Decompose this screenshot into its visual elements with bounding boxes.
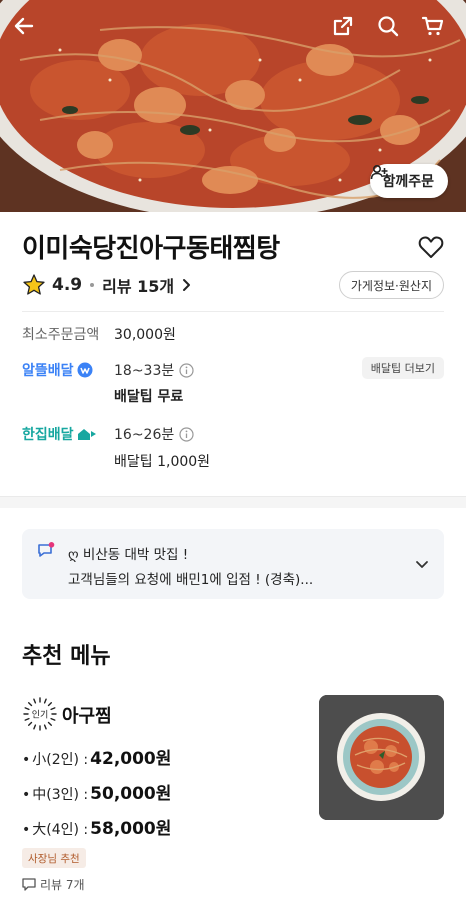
group-order-button[interactable]: 함께주문 [370,164,448,198]
delivery-option-saver: 알뜰배달 [22,360,93,380]
price-size-large: 大(4인) : [32,822,89,838]
price-row-small: • 小(2인) : 42,000원 [22,744,171,769]
delivery-single-label: 한집배달 [22,427,74,443]
single-delivery-icon [77,429,96,440]
min-order-value: 30,000원 [114,327,176,343]
delivery-single-time: 16~26분 [114,427,175,443]
back-button[interactable] [12,14,46,48]
separator-dot [90,283,95,287]
rating-value: 4.9 [52,275,83,295]
cart-button[interactable] [421,14,455,48]
review-link[interactable]: 리뷰 15개 [102,273,194,297]
delivery-option-single: 한집배달 [22,424,97,444]
review-count: 리뷰 15개 [102,277,175,296]
star-icon [23,274,45,295]
price-size-small: 小(2인) : [32,752,89,768]
rating-row: 4.9 리뷰 15개 [22,272,194,298]
price-row-large: • 大(4인) : 58,000원 [22,814,171,839]
owner-recommend-tag: 사장님 추천 [22,848,86,868]
group-order-label: 함께주문 [382,174,434,190]
price-bullet: • [22,752,31,768]
saver-badge-icon [77,362,93,378]
recommend-section-title: 추천 메뉴 [22,644,111,669]
heart-icon [418,236,444,258]
delivery-saver-label: 알뜰배달 [22,363,74,379]
notice-title: ღ 비산동 대박 맛집 ! [68,547,189,563]
info-icon[interactable] [179,426,194,442]
menu-photo-image [319,695,444,820]
store-notice[interactable]: ღ 비산동 대박 맛집 ! 고객님들의 요청에 배민1에 입점 ! (경축)..… [22,529,444,599]
store-name: 이미숙당진아구동태찜탕 [22,234,280,264]
price-value-small: 42,000원 [90,749,172,769]
store-hero-image: 함께주문 [0,0,466,212]
tip-more-button[interactable]: 배달팁 더보기 [361,357,444,379]
notice-icon [38,542,55,557]
menu-review-label: 리뷰 7개 [40,878,85,892]
cart-icon [421,16,444,36]
delivery-single-fee: 배달팁 1,000원 [114,454,211,470]
comment-icon [22,878,36,891]
popular-badge-icon: 인기 [23,697,57,731]
delivery-single-eta: 16~26분 [114,424,194,444]
chevron-down-icon[interactable] [414,556,430,572]
popular-badge-text: 인기 [32,710,49,721]
info-icon[interactable] [179,362,194,378]
price-value-medium: 50,000원 [90,784,172,804]
group-add-icon [371,164,388,180]
price-bullet: • [22,822,31,838]
price-row-medium: • 中(3인) : 50,000원 [22,779,171,804]
chevron-right-icon [183,279,191,291]
delivery-saver-eta: 18~33분 [114,360,194,380]
menu-review-count[interactable]: 리뷰 7개 [22,876,85,893]
menu-item-photo[interactable] [319,695,444,820]
back-arrow-icon [14,17,34,35]
section-divider [0,496,466,508]
delivery-saver-time: 18~33분 [114,363,175,379]
price-size-medium: 中(3인) : [32,787,89,803]
notice-body: 고객님들의 요청에 배민1에 입점 ! (경축)... [68,572,314,588]
share-icon [333,16,353,36]
store-info-button[interactable]: 가게정보·원산지 [338,271,444,299]
price-value-large: 58,000원 [90,819,172,839]
search-icon [378,16,399,37]
share-button[interactable] [331,14,365,48]
price-bullet: • [22,787,31,803]
favorite-button[interactable] [416,232,446,262]
delivery-saver-fee: 배달팁 무료 [114,389,184,405]
divider [22,311,444,312]
min-order-label: 최소주문금액 [22,327,100,343]
search-button[interactable] [376,14,410,48]
menu-item-name[interactable]: 아구찜 [62,702,112,728]
